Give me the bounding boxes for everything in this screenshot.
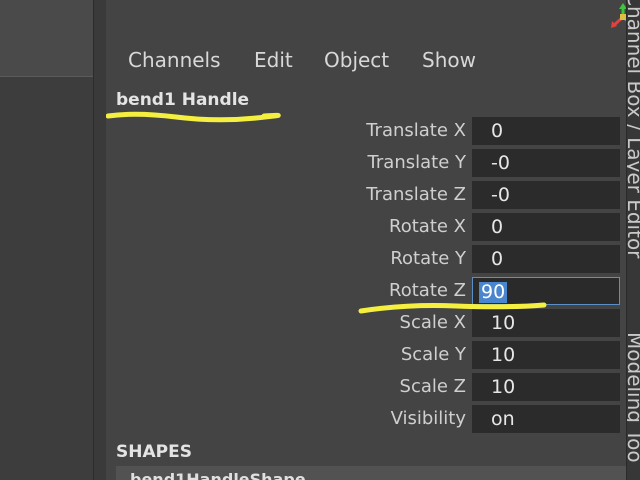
attr-value[interactable]: -0	[491, 181, 510, 209]
attr-label[interactable]: Visibility	[391, 405, 466, 433]
attr-value[interactable]: 0	[491, 213, 503, 241]
attr-row-rotate-z[interactable]: Rotate Z 90	[106, 277, 626, 305]
attr-label[interactable]: Translate Z	[366, 181, 466, 209]
attr-row-rotate-x[interactable]: Rotate X 0	[106, 213, 626, 241]
attr-label[interactable]: Rotate Z	[389, 277, 466, 305]
viewport-header	[0, 0, 93, 77]
attr-row-scale-x[interactable]: Scale X 10	[106, 309, 626, 337]
shape-node-name[interactable]: bend1HandleShape	[130, 470, 306, 480]
attr-label[interactable]: Translate X	[366, 117, 466, 145]
menu-object[interactable]: Object	[324, 44, 389, 76]
menu-edit[interactable]: Edit	[254, 44, 293, 76]
attr-row-translate-y[interactable]: Translate Y -0	[106, 149, 626, 177]
channel-box-panel: Channels Edit Object Show bend1 Handle T…	[106, 0, 635, 480]
node-name[interactable]: bend1 Handle	[116, 88, 249, 112]
attr-row-visibility[interactable]: Visibility on	[106, 405, 626, 433]
attr-value[interactable]: 10	[491, 309, 515, 337]
menu-channels[interactable]: Channels	[128, 44, 221, 76]
attr-row-rotate-y[interactable]: Rotate Y 0	[106, 245, 626, 273]
attr-label[interactable]: Scale X	[400, 309, 466, 337]
attr-label[interactable]: Rotate X	[389, 213, 466, 241]
attr-value[interactable]: 0	[491, 117, 503, 145]
viewport-panel[interactable]	[0, 0, 93, 480]
attr-row-translate-z[interactable]: Translate Z -0	[106, 181, 626, 209]
shapes-section-header[interactable]: SHAPES	[116, 440, 192, 464]
attr-value[interactable]: 10	[491, 373, 515, 401]
attr-label[interactable]: Rotate Y	[390, 245, 466, 273]
menu-show[interactable]: Show	[422, 44, 476, 76]
attr-value[interactable]: 0	[491, 245, 503, 273]
attr-value[interactable]: 10	[491, 341, 515, 369]
shape-node-row[interactable]: bend1HandleShape	[116, 466, 626, 480]
attr-label[interactable]: Scale Y	[401, 341, 466, 369]
attr-label[interactable]: Scale Z	[400, 373, 466, 401]
attr-value[interactable]: on	[491, 405, 515, 433]
attr-row-scale-z[interactable]: Scale Z 10	[106, 373, 626, 401]
panel-splitter[interactable]	[93, 0, 107, 480]
attr-row-translate-x[interactable]: Translate X 0	[106, 117, 626, 145]
tab-modeling-toolkit[interactable]: Modeling Too	[627, 332, 640, 463]
maya-window: Channels Edit Object Show bend1 Handle T…	[0, 0, 640, 480]
attr-value[interactable]: -0	[491, 149, 510, 177]
attr-value-selected[interactable]: 90	[479, 282, 508, 303]
attr-row-scale-y[interactable]: Scale Y 10	[106, 341, 626, 369]
side-tab-strip: Channel Box / Layer Editor Modeling Too	[626, 0, 640, 480]
attr-label[interactable]: Translate Y	[368, 149, 466, 177]
tab-channel-box-layer-editor[interactable]: Channel Box / Layer Editor	[627, 0, 640, 258]
